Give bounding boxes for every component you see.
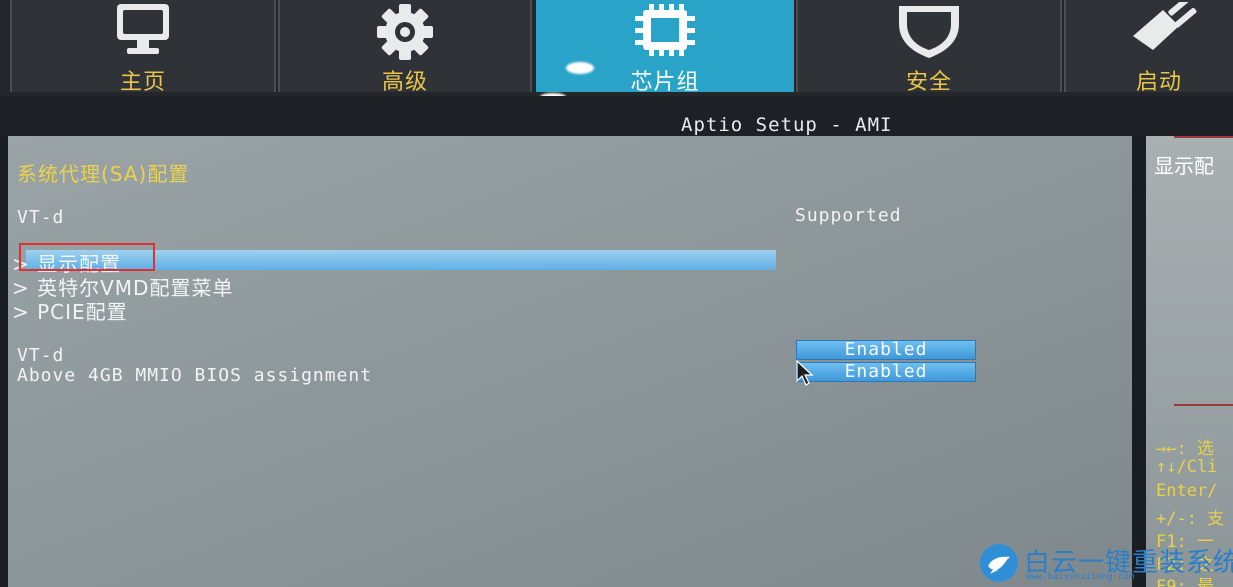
section-title: 系统代理(SA)配置 (17, 162, 190, 186)
plug-icon (1133, 2, 1197, 50)
help-line: ↑↓/Cli (1156, 457, 1218, 477)
mouse-cursor-icon (796, 360, 814, 386)
gear-icon (377, 4, 433, 60)
menu-item-pcie-config[interactable]: > PCIE配置 (12, 296, 128, 325)
tab-security[interactable]: 安全 (796, 0, 1062, 95)
tab-chipset[interactable]: 芯片组 (536, 0, 794, 95)
help-line: +/-: 支 (1156, 509, 1225, 529)
help-panel: 显示配 →←: 选 ↑↓/Cli Enter/ +/-: 支 F1: 一 F2:… (1146, 136, 1233, 587)
tab-label: 主页 (119, 70, 166, 95)
vtd-support-label: VT-d (17, 207, 65, 228)
help-title: 显示配 (1154, 154, 1214, 178)
tab-main[interactable]: 主页 (10, 0, 276, 95)
bird-logo-icon (980, 544, 1018, 582)
vtd-support-value: Supported (795, 205, 902, 226)
help-line: Enter/ (1156, 481, 1218, 501)
tab-label: 启动 (1135, 70, 1182, 95)
help-line: →←: 选 (1156, 439, 1214, 459)
tab-label: 安全 (905, 70, 952, 95)
tab-advanced[interactable]: 高级 (278, 0, 532, 95)
shield-icon (899, 6, 959, 58)
tab-bar: 主页 高级 芯片组 安全 启动 (0, 0, 1233, 96)
mmio-label: Above 4GB MMIO BIOS assignment (17, 365, 373, 386)
mmio-value-button[interactable]: Enabled (796, 362, 976, 382)
title-bar (0, 96, 1233, 136)
watermark-url: www.baiyunxitong.com (1026, 572, 1135, 582)
vtd-value-button[interactable]: Enabled (796, 340, 976, 360)
chip-icon (635, 4, 695, 56)
screen-glare (566, 62, 594, 74)
tab-label: 高级 (381, 70, 428, 95)
tab-boot[interactable]: 启动 (1064, 0, 1233, 95)
highlight-box (19, 243, 155, 271)
vtd-label: VT-d (17, 345, 65, 366)
help-divider (1174, 136, 1233, 138)
monitor-icon (117, 4, 169, 54)
bios-screen: 主页 高级 芯片组 安全 启动 Aptio Setup - AMI 显示配 →←… (0, 0, 1233, 587)
help-divider (1174, 404, 1233, 406)
app-title: Aptio Setup - AMI (681, 114, 893, 136)
watermark: 白云一键重装系统 www.baiyunxitong.com (980, 542, 1233, 587)
